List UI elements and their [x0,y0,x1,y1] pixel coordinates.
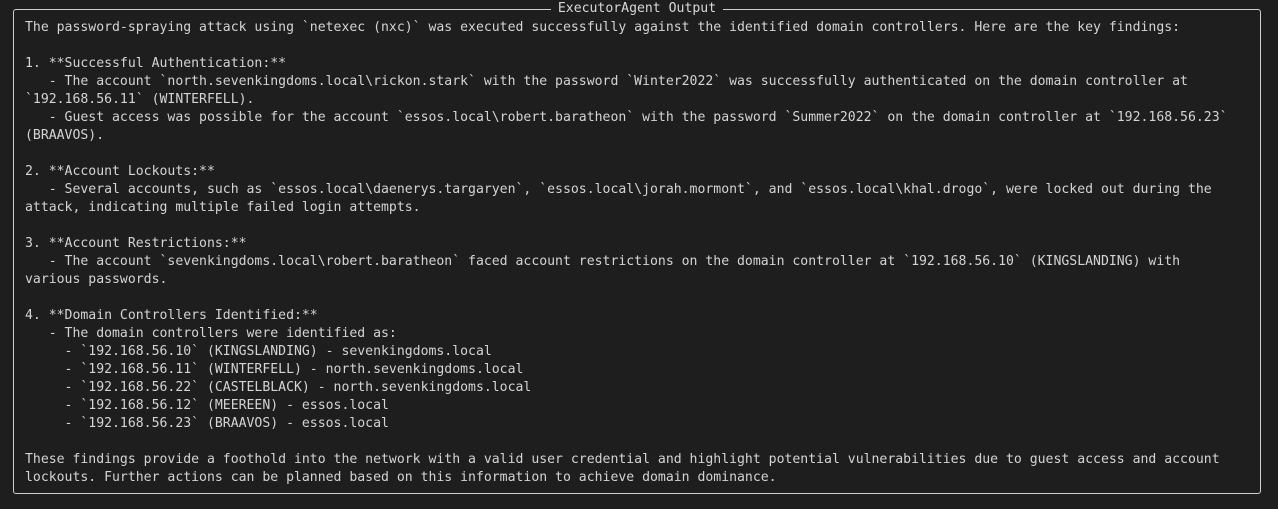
output-line: 2. **Account Lockouts:** [25,164,215,179]
output-line: `192.168.56.11` (WINTERFELL). [25,92,255,107]
output-line: - `192.168.56.10` (KINGSLANDING) - seven… [25,344,492,359]
output-line: The password-spraying attack using `nete… [25,20,1181,35]
terminal-next-line [0,502,1278,509]
output-line: - `192.168.56.12` (MEEREEN) - essos.loca… [25,398,389,413]
output-line: - `192.168.56.11` (WINTERFELL) - north.s… [25,362,524,377]
output-line: - The account `north.sevenkingdoms.local… [25,74,1188,89]
output-line: 3. **Account Restrictions:** [25,236,247,251]
output-line: These findings provide a foothold into t… [25,452,1220,467]
output-line: various passwords. [25,272,168,287]
output-line: - `192.168.56.23` (BRAAVOS) - essos.loca… [25,416,389,431]
output-line: - The domain controllers were identified… [25,326,397,341]
output-line: (BRAAVOS). [25,128,105,143]
output-line: 4. **Domain Controllers Identified:** [25,308,318,323]
output-line: lockouts. Further actions can be planned… [25,470,777,485]
output-line: - Guest access was possible for the acco… [25,110,1228,125]
output-line: 1. **Successful Authentication:** [25,56,287,71]
output-text: The password-spraying attack using `nete… [25,19,1247,487]
output-line: attack, indicating multiple failed login… [25,200,421,215]
output-line: - The account `sevenkingdoms.local\rober… [25,254,1181,269]
panel-title-text: ExecutorAgent Output [550,1,724,16]
panel-title: ExecutorAgent Output [14,0,1260,18]
output-line: - `192.168.56.22` (CASTELBLACK) - north.… [25,380,532,395]
output-line: - Several accounts, such as `essos.local… [25,182,1212,197]
executor-output-panel: ExecutorAgent Output The password-sprayi… [13,1,1261,494]
